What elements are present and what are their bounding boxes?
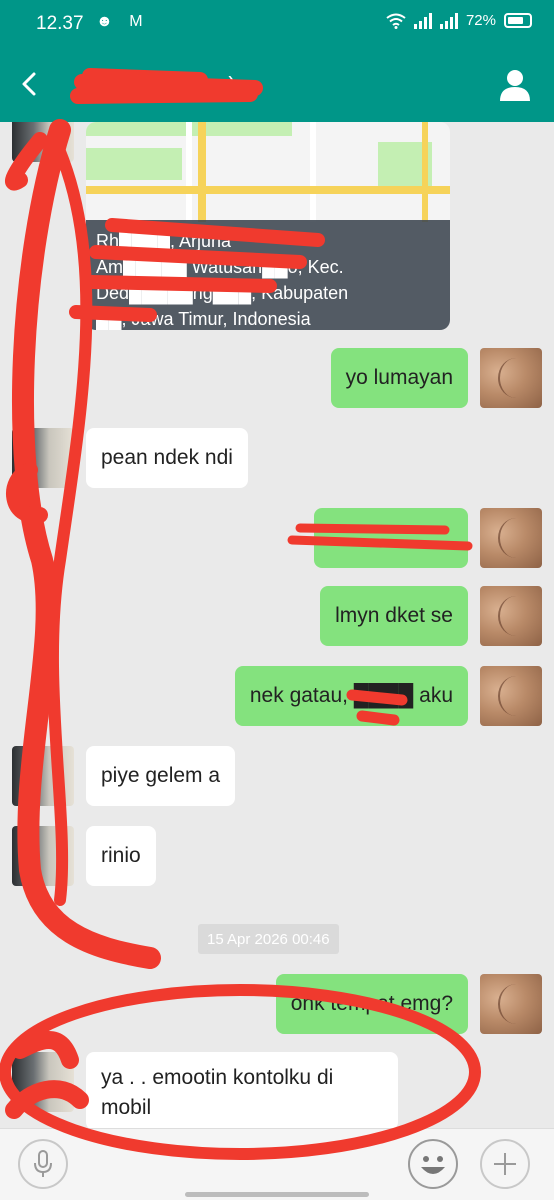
incoming-message[interactable]: rinio — [86, 826, 156, 886]
incoming-message[interactable]: pean ndek ndi — [86, 428, 248, 488]
address-line: Rh████, Arjuna — [96, 231, 232, 251]
message-input[interactable] — [100, 1143, 400, 1185]
location-address: Rh████, Arjuna Am█████ Watusari██o, Kec.… — [86, 220, 450, 330]
notification-icons: ☻ M — [96, 13, 149, 30]
microphone-icon — [34, 1150, 52, 1177]
my-avatar[interactable] — [480, 508, 542, 568]
my-avatar[interactable] — [480, 348, 542, 408]
wifi-icon — [386, 13, 406, 29]
status-indicators: 72% — [386, 12, 532, 29]
message-list[interactable]: Rh████, Arjuna Am█████ Watusari██o, Kec.… — [0, 122, 554, 1128]
outgoing-message[interactable]: ██████ — [314, 508, 468, 568]
date-separator: 15 Apr 2026 00:46 — [198, 924, 339, 954]
contact-name[interactable]: Y████ (Tenan) — [78, 72, 236, 98]
gesture-navigation-bar[interactable] — [185, 1192, 369, 1197]
emoji-button[interactable] — [408, 1139, 458, 1189]
incoming-message[interactable]: piye gelem a — [86, 746, 236, 806]
address-line: Am█████ Watusari██o, Kec. — [96, 257, 344, 277]
incoming-message[interactable]: ya . . emootin kontolku di mobil — [86, 1052, 398, 1128]
status-bar: 12.37 ☻ M 72% — [0, 0, 554, 48]
contact-avatar[interactable] — [12, 428, 74, 488]
signal-icon-2 — [439, 12, 458, 29]
back-arrow-icon[interactable] — [14, 68, 46, 100]
my-avatar[interactable] — [480, 666, 542, 726]
chat-header: Y████ (Tenan) — [0, 48, 554, 122]
address-line: Ded█████ng███, Kabupaten — [96, 283, 349, 303]
attach-button[interactable] — [480, 1139, 530, 1189]
composer-bar — [0, 1128, 554, 1200]
battery-percent: 72% — [465, 12, 496, 29]
contact-avatar[interactable] — [12, 826, 74, 886]
my-avatar[interactable] — [480, 974, 542, 1034]
mic-button[interactable] — [18, 1139, 68, 1189]
contact-avatar[interactable] — [12, 746, 74, 806]
person-icon[interactable] — [498, 68, 532, 102]
outgoing-message[interactable]: lmyn dket se — [320, 586, 468, 646]
plus-icon — [494, 1153, 516, 1175]
battery-icon — [504, 13, 532, 28]
contact-avatar[interactable] — [12, 1052, 74, 1112]
outgoing-message[interactable]: onk tempat emg? — [275, 974, 468, 1034]
smiley-icon — [421, 1156, 445, 1174]
status-time: 12.37 — [36, 13, 84, 34]
location-message[interactable]: Rh████, Arjuna Am█████ Watusari██o, Kec.… — [86, 122, 450, 330]
outgoing-message[interactable]: nek gatau, ████ aku — [234, 666, 468, 726]
outgoing-message[interactable]: yo lumayan — [330, 348, 468, 408]
address-line: ██, Jawa Timur, Indonesia — [96, 309, 311, 329]
my-avatar[interactable] — [480, 586, 542, 646]
signal-icon — [413, 12, 432, 29]
contact-avatar[interactable] — [12, 122, 74, 162]
